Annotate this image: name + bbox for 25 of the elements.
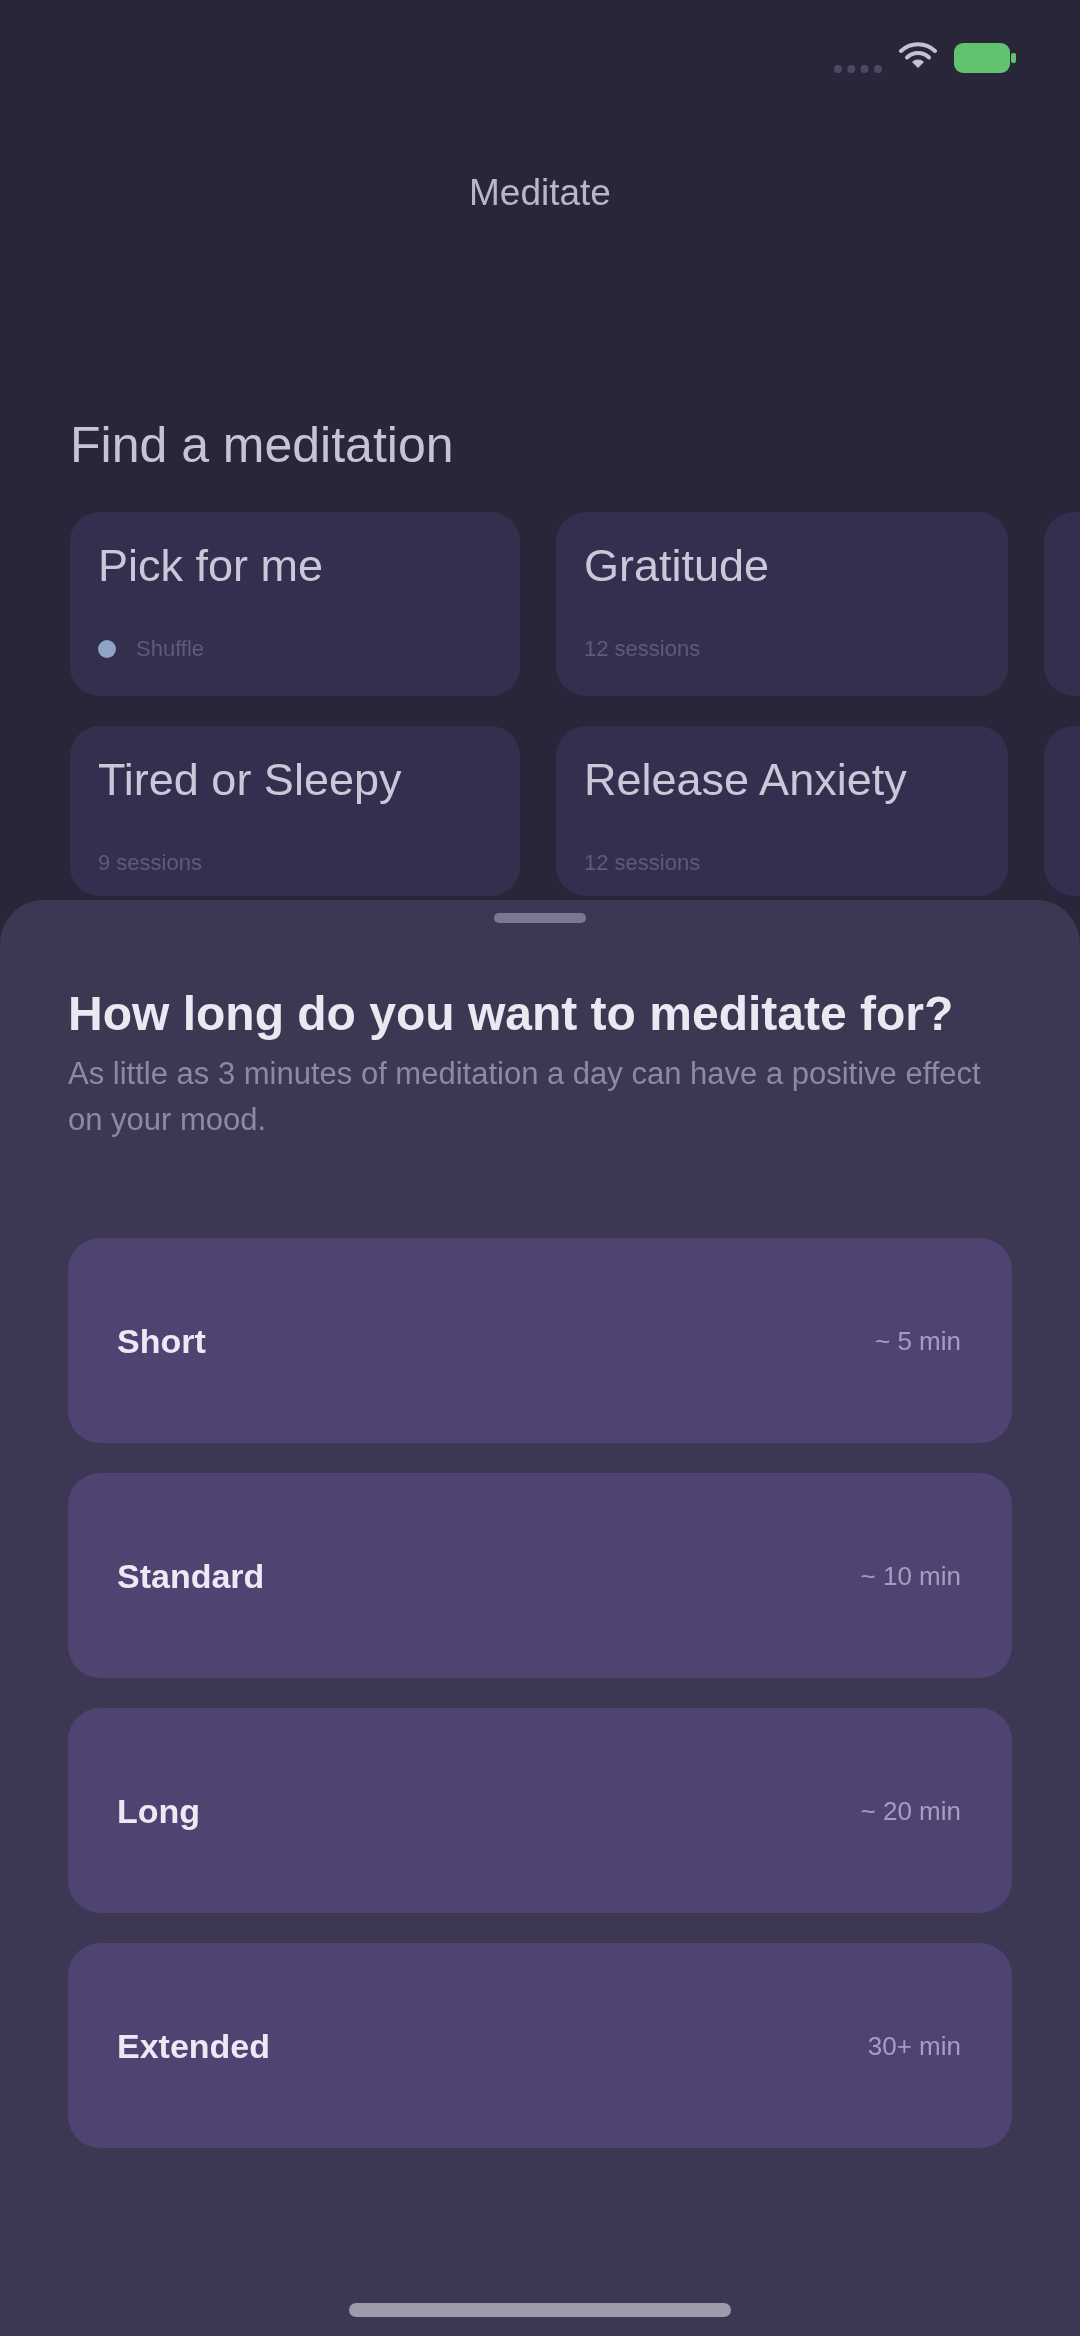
option-label: Standard <box>117 1555 265 1596</box>
sheet-description: As little as 3 minutes of meditation a day can have a positive effect on your mood. <box>68 1055 982 1139</box>
option-duration: 30+ min <box>867 2030 961 2061</box>
option-label: Extended <box>117 2025 271 2066</box>
option-label: Short <box>117 1320 206 1361</box>
option-label: Long <box>117 1790 201 1831</box>
duration-option[interactable]: Long ~ 20 min <box>68 1708 1012 1913</box>
screen-title: Meditate <box>469 173 611 213</box>
card-title: Tired or Sleepy <box>98 754 402 806</box>
card-title: Gratitude <box>584 540 770 592</box>
wifi-icon <box>899 40 937 70</box>
battery-icon <box>954 43 1016 73</box>
duration-option[interactable]: Standard ~ 10 min <box>68 1473 1012 1678</box>
sheet-heading: How long do you want to meditate for? <box>68 986 955 1042</box>
sheet-handle[interactable] <box>494 913 586 923</box>
option-duration: ~ 20 min <box>860 1795 961 1826</box>
signal-icon <box>834 65 882 73</box>
section-title: Find a meditation <box>70 419 454 471</box>
card-title: Pick for me <box>98 540 324 592</box>
dot-icon <box>98 640 116 658</box>
card-title: Release Anxiety <box>584 754 907 806</box>
option-duration: ~ 10 min <box>860 1560 961 1591</box>
duration-option[interactable]: Short ~ 5 min <box>68 1238 1012 1443</box>
option-duration: ~ 5 min <box>875 1325 961 1356</box>
duration-option[interactable]: Extended 30+ min <box>68 1943 1012 2148</box>
